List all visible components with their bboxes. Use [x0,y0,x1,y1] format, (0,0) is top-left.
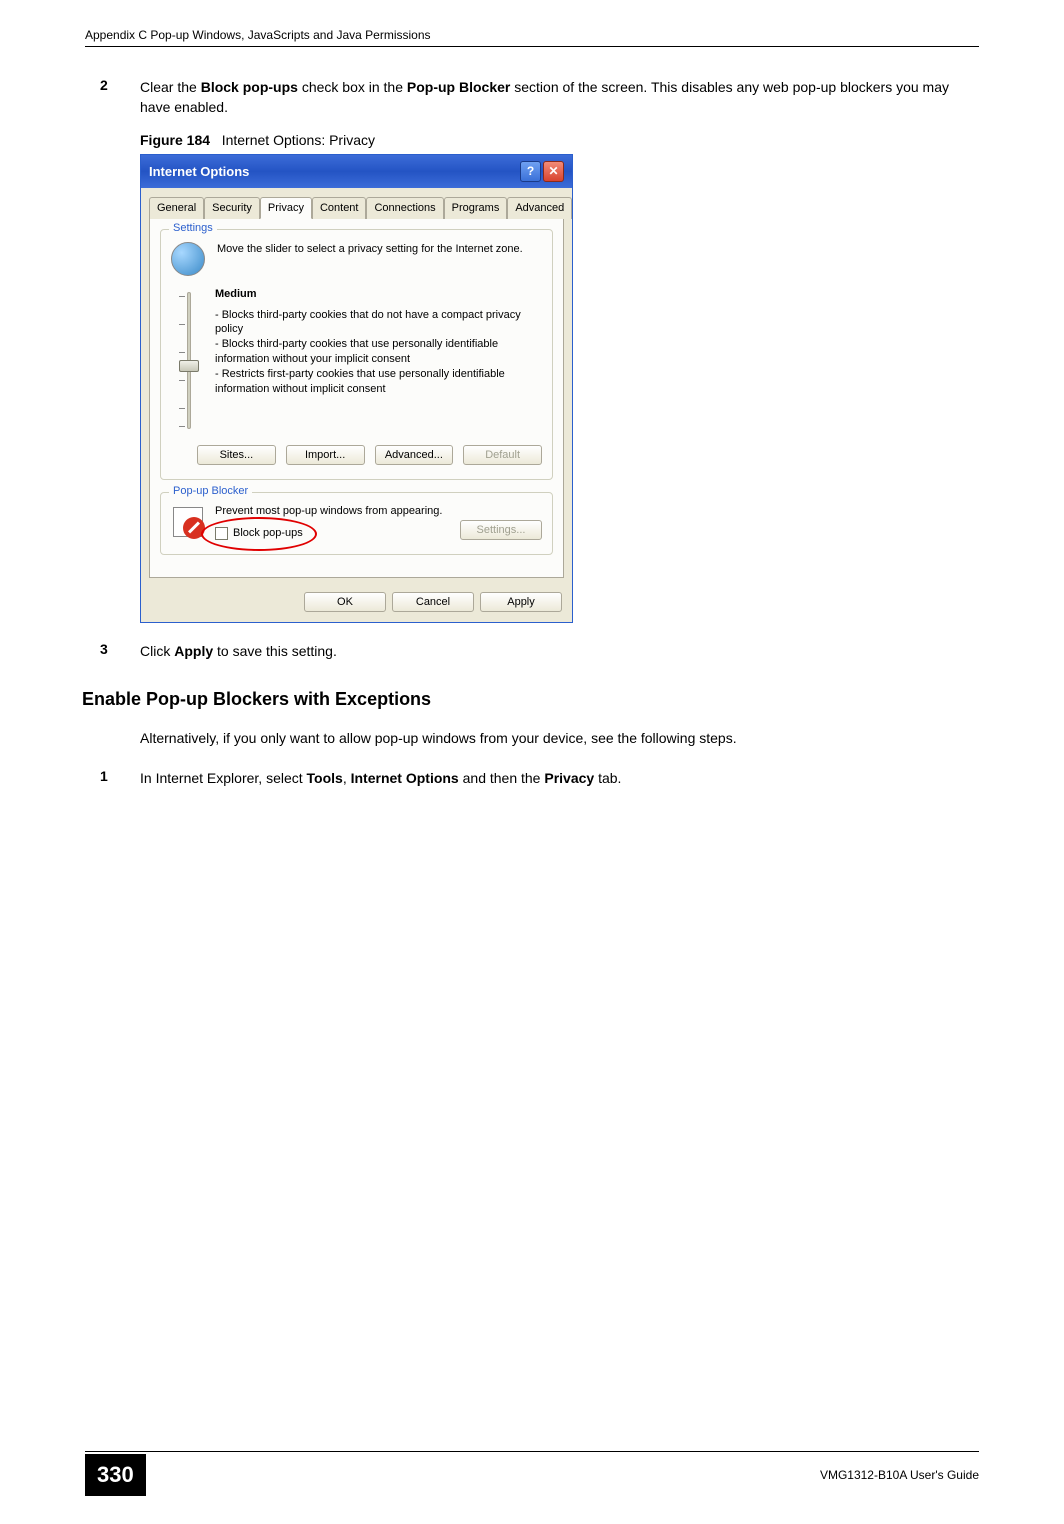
tab-security[interactable]: Security [204,197,260,219]
section-intro: Alternatively, if you only want to allow… [140,730,964,746]
popup-description: Prevent most pop-up windows from appeari… [215,505,542,517]
step-1b-number: 1 [100,768,140,788]
figure-caption: Figure 184 Internet Options: Privacy [140,132,964,148]
privacy-level-description: - Blocks third-party cookies that do not… [215,308,542,397]
tab-programs[interactable]: Programs [444,197,508,219]
page-header: Appendix C Pop-up Windows, JavaScripts a… [85,0,979,47]
advanced-button[interactable]: Advanced... [375,445,454,465]
internet-options-dialog: Internet Options ? ✕ General Security Pr… [140,154,573,623]
default-button: Default [463,445,542,465]
settings-description: Move the slider to select a privacy sett… [217,242,542,276]
block-popups-checkbox[interactable] [215,527,228,540]
block-popups-label: Block pop-ups [233,527,303,539]
guide-title: VMG1312-B10A User's Guide [820,1468,979,1482]
tab-advanced[interactable]: Advanced [507,197,572,219]
step-2-number: 2 [100,77,140,118]
step-3-text: Click Apply to save this setting. [140,641,964,661]
step-1b: 1 In Internet Explorer, select Tools, In… [100,768,964,788]
help-button[interactable]: ? [520,161,541,182]
popup-blocker-icon [171,505,205,539]
appendix-title: Appendix C Pop-up Windows, JavaScripts a… [85,28,431,42]
privacy-level: Medium [215,288,542,300]
tab-panel-privacy: Settings Move the slider to select a pri… [149,218,564,578]
ok-button[interactable]: OK [304,592,386,612]
tab-connections[interactable]: Connections [366,197,443,219]
cancel-button[interactable]: Cancel [392,592,474,612]
step-2-text: Clear the Block pop-ups check box in the… [140,77,964,118]
page-number: 330 [85,1454,146,1496]
sites-button[interactable]: Sites... [197,445,276,465]
dialog-title: Internet Options [149,164,249,179]
apply-button[interactable]: Apply [480,592,562,612]
step-3-number: 3 [100,641,140,661]
close-button[interactable]: ✕ [543,161,564,182]
tab-general[interactable]: General [149,197,204,219]
import-button[interactable]: Import... [286,445,365,465]
dialog-tabs: General Security Privacy Content Connect… [141,188,572,218]
section-heading: Enable Pop-up Blockers with Exceptions [82,689,964,710]
globe-icon [171,242,205,276]
popup-group-label: Pop-up Blocker [169,485,252,497]
popup-blocker-groupbox: Pop-up Blocker Prevent most pop-up windo… [160,492,553,555]
dialog-titlebar: Internet Options ? ✕ [141,155,572,188]
tab-privacy[interactable]: Privacy [260,197,312,219]
step-3: 3 Click Apply to save this setting. [100,641,964,661]
page-footer: 330 VMG1312-B10A User's Guide [85,1451,979,1496]
step-2: 2 Clear the Block pop-ups check box in t… [100,77,964,118]
slider-thumb[interactable] [179,360,199,372]
privacy-slider[interactable] [177,288,201,433]
settings-group-label: Settings [169,222,217,234]
settings-groupbox: Settings Move the slider to select a pri… [160,229,553,480]
step-1b-text: In Internet Explorer, select Tools, Inte… [140,768,964,788]
tab-content[interactable]: Content [312,197,367,219]
